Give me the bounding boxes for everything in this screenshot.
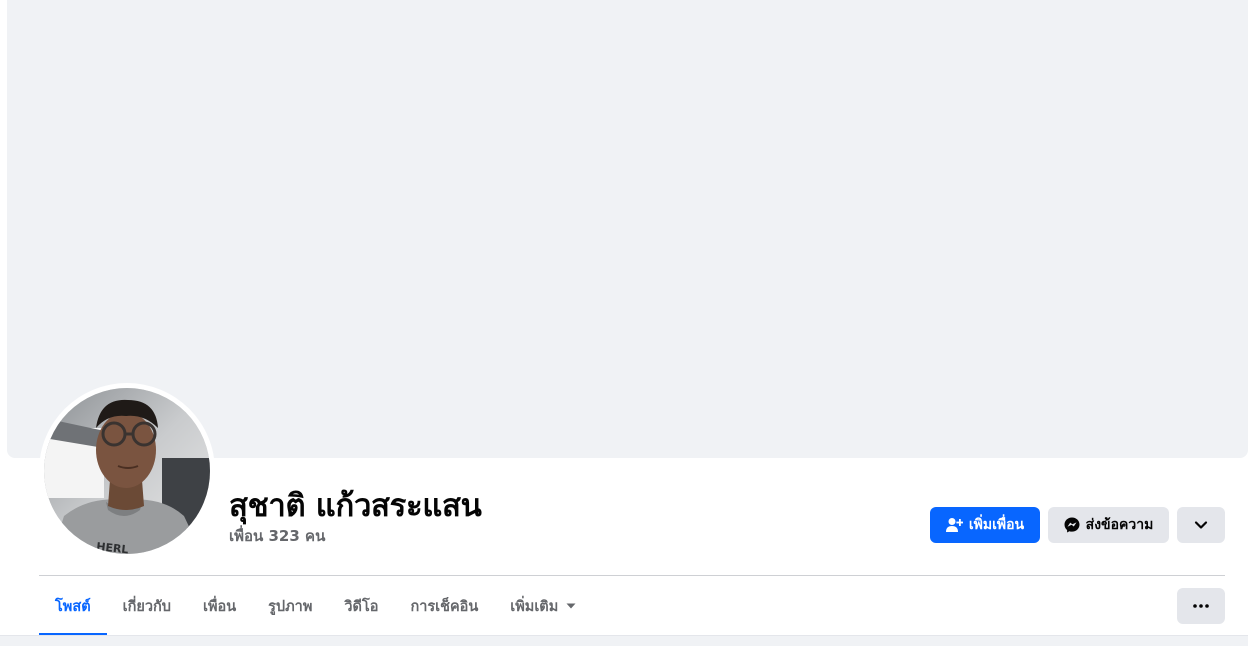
chevron-down-icon [1194, 520, 1208, 530]
profile-tabs: โพสต์ เกี่ยวกับ เพื่อน รูปภาพ วิดีโอ การ… [39, 576, 592, 636]
tab-videos[interactable]: วิดีโอ [328, 576, 394, 636]
avatar-photo: HERL [44, 388, 210, 554]
tab-checkins[interactable]: การเช็คอิน [394, 576, 494, 636]
tab-options-button[interactable] [1177, 588, 1225, 624]
message-button[interactable]: ส่งข้อความ [1048, 507, 1169, 543]
profile-page: HERL สุชาติ แก้วสระแสน เพื่อน 323 คน เพิ… [0, 0, 1248, 646]
tab-label: เพิ่มเติม [510, 598, 559, 615]
tab-posts[interactable]: โพสต์ [39, 576, 107, 636]
feed-background [0, 636, 1248, 646]
tab-about[interactable]: เกี่ยวกับ [107, 576, 187, 636]
add-friend-label: เพิ่มเพื่อน [968, 517, 1025, 533]
tab-label: รูปภาพ [268, 598, 313, 615]
tab-more[interactable]: เพิ่มเติม [494, 576, 592, 636]
friends-count[interactable]: เพื่อน 323 คน [229, 524, 325, 548]
profile-more-button[interactable] [1177, 507, 1225, 543]
message-label: ส่งข้อความ [1085, 517, 1154, 533]
avatar[interactable]: HERL [44, 388, 210, 554]
ellipsis-icon [1193, 604, 1209, 608]
messenger-icon [1064, 517, 1080, 533]
tab-label: วิดีโอ [344, 598, 379, 615]
person-add-icon [945, 517, 963, 533]
cover-photo[interactable] [7, 0, 1248, 458]
add-friend-button[interactable]: เพิ่มเพื่อน [930, 507, 1040, 543]
tab-label: เพื่อน [202, 598, 237, 615]
profile-name: สุชาติ แก้วสระแสน [229, 488, 482, 524]
caret-down-icon [566, 603, 576, 609]
tab-label: การเช็คอิน [410, 598, 479, 615]
tab-label: โพสต์ [55, 598, 91, 615]
tab-friends[interactable]: เพื่อน [187, 576, 252, 636]
tab-label: เกี่ยวกับ [122, 598, 171, 615]
tab-photos[interactable]: รูปภาพ [252, 576, 328, 636]
